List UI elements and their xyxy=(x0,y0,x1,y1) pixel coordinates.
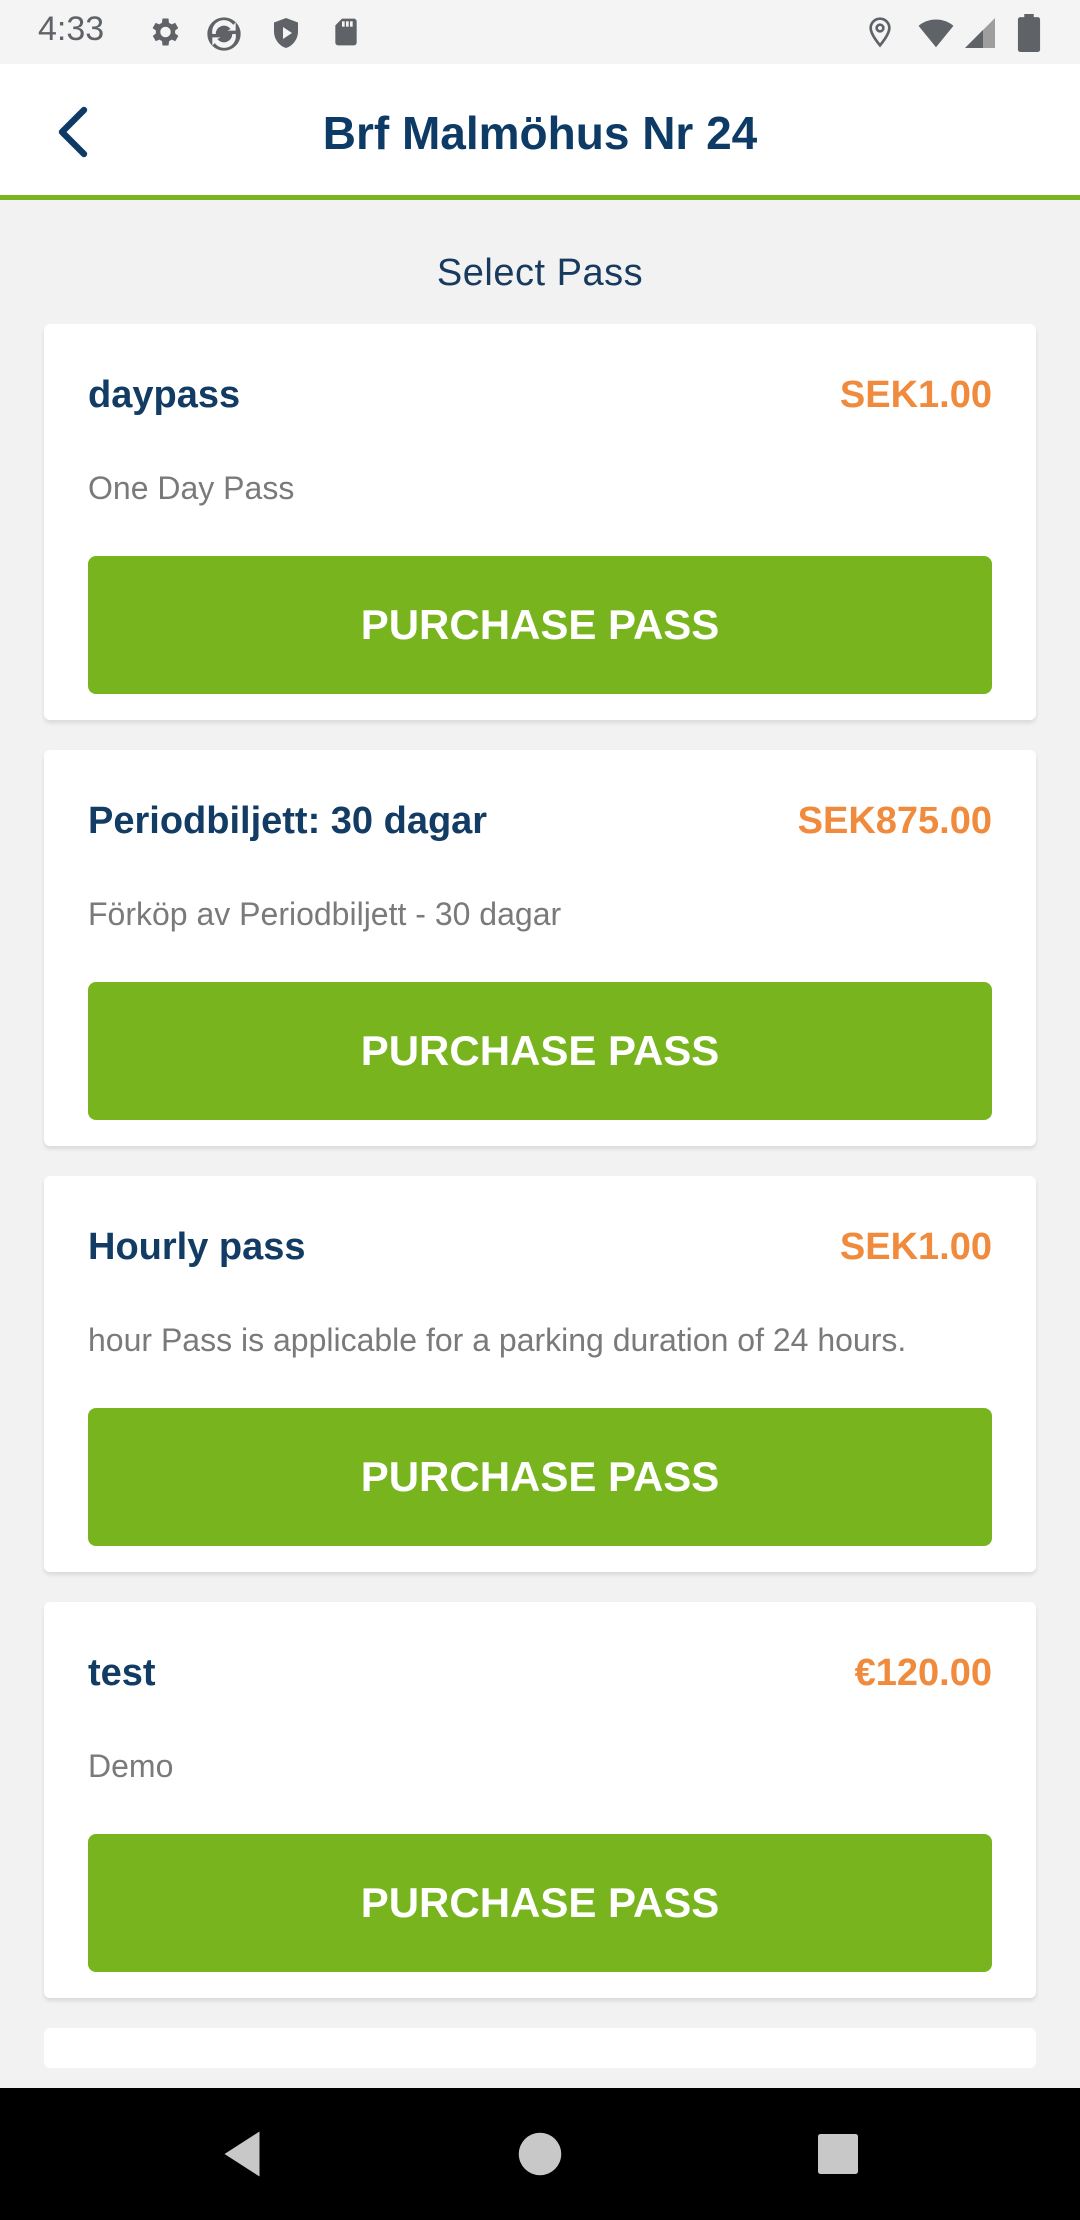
location-icon xyxy=(869,17,891,48)
pass-name: Periodbiljett: 30 dagar xyxy=(88,800,488,842)
pass-price: SEK875.00 xyxy=(797,800,992,842)
wifi-icon xyxy=(918,19,954,48)
purchase-pass-button[interactable]: PURCHASE PASS xyxy=(88,982,992,1120)
system-nav-bar xyxy=(0,2088,1080,2220)
battery-icon xyxy=(1017,14,1041,52)
pass-description: hour Pass is applicable for a parking du… xyxy=(88,1322,907,1358)
page-title: Brf Malmöhus Nr 24 xyxy=(322,107,758,159)
nav-back-icon[interactable] xyxy=(212,2124,272,2184)
pass-description: Demo xyxy=(88,1748,174,1784)
pass-card: daypass SEK1.00 One Day Pass PURCHASE PA… xyxy=(44,324,1036,720)
pass-card: Hourly pass SEK1.00 hour Pass is applica… xyxy=(44,1176,1036,1572)
purchase-pass-button[interactable]: PURCHASE PASS xyxy=(88,1834,992,1972)
pass-name: daypass xyxy=(88,374,241,416)
signal-icon xyxy=(965,18,995,48)
shield-icon xyxy=(274,18,298,48)
settings-icon xyxy=(152,18,179,46)
pass-list: daypass SEK1.00 One Day Pass PURCHASE PA… xyxy=(44,324,1036,2068)
pass-description: Förköp av Periodbiljett - 30 dagar xyxy=(88,896,562,932)
pass-description: One Day Pass xyxy=(88,470,295,506)
pass-price: SEK1.00 xyxy=(839,1226,992,1268)
pass-price: SEK1.00 xyxy=(839,374,992,416)
pass-card: Periodbiljett: 30 dagar SEK875.00 Förköp… xyxy=(44,750,1036,1146)
pass-card: test €120.00 Demo PURCHASE PASS xyxy=(44,1602,1036,1998)
pass-price: €120.00 xyxy=(854,1652,992,1694)
status-time: 4:33 xyxy=(38,10,105,48)
purchase-pass-button[interactable]: PURCHASE PASS xyxy=(88,1408,992,1546)
pass-name: Hourly pass xyxy=(88,1226,306,1268)
pass-card-partial xyxy=(44,2028,1036,2068)
app-bar: Brf Malmöhus Nr 24 xyxy=(0,64,1080,200)
sd-card-icon xyxy=(335,18,357,46)
purchase-pass-button[interactable]: PURCHASE PASS xyxy=(88,556,992,694)
status-bar: 4:33 xyxy=(0,0,1080,64)
nav-recents-icon[interactable] xyxy=(808,2124,868,2184)
pass-name: test xyxy=(88,1652,156,1694)
sync-icon xyxy=(207,17,241,51)
section-title: Select Pass xyxy=(436,252,644,294)
nav-home-icon[interactable] xyxy=(510,2124,570,2184)
